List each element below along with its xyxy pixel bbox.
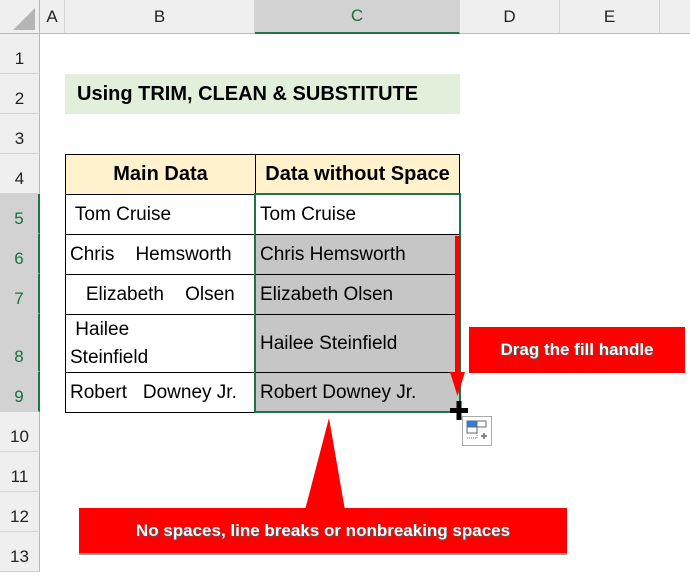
- result-callout: No spaces, line breaks or nonbreaking sp…: [79, 508, 567, 555]
- drag-arrow-head: [450, 372, 465, 396]
- fill-handle-callout: Drag the fill handle: [469, 327, 685, 373]
- fill-cursor-v: [456, 401, 462, 420]
- auto-fill-options-icon: [466, 420, 487, 439]
- auto-fill-options-button[interactable]: [462, 416, 492, 446]
- annotation-layer: [305, 236, 530, 510]
- result-callout-tail: [305, 418, 345, 510]
- drag-arrow-shaft: [455, 236, 460, 376]
